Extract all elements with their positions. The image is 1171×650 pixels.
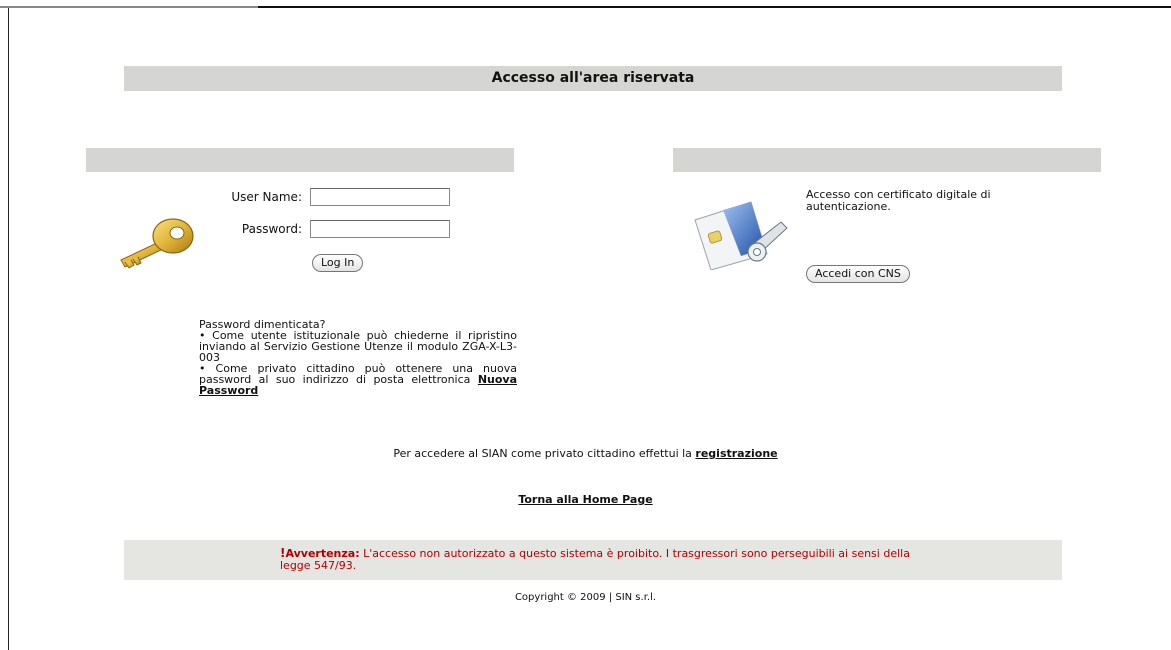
home-page-link[interactable]: Torna alla Home Page (518, 493, 652, 506)
registration-link[interactable]: registrazione (695, 447, 777, 460)
password-input[interactable] (310, 220, 450, 238)
registration-text: Per accedere al SIAN come privato cittad… (393, 447, 692, 460)
home-link-container: Torna alla Home Page (0, 493, 1171, 506)
smart-card-icon (694, 201, 788, 270)
login-button[interactable]: Log In (312, 254, 364, 272)
username-label: User Name: (231, 190, 302, 204)
copyright: Copyright © 2009 | SIN s.r.l. (514, 592, 657, 603)
username-input[interactable] (310, 188, 450, 206)
forgot-bullet-private-text: • Come privato cittadino può ottenere un… (199, 362, 517, 386)
cns-login-button[interactable]: Accedi con CNS (806, 265, 910, 283)
key-icon (120, 218, 194, 269)
registration-line: Per accedere al SIAN come privato cittad… (0, 447, 1171, 460)
top-border-left (0, 6, 258, 8)
forgot-bullet-institutional: • Come utente istituzionale può chiedern… (199, 329, 517, 364)
warning-message: !Avvertenza: L'accesso non autorizzato a… (280, 547, 940, 572)
forgot-password-info: Password dimenticata? • Come utente isti… (199, 319, 517, 396)
left-border (8, 8, 9, 650)
login-panel-header (86, 148, 514, 172)
cns-description: Accesso con certificato digitale di aute… (806, 188, 991, 213)
page-title: Accesso all'area riservata (124, 66, 1062, 91)
cns-panel-header (673, 148, 1101, 172)
forgot-bullet-private: • Come privato cittadino può ottenere un… (199, 363, 517, 396)
warning-text: L'accesso non autorizzato a questo siste… (280, 547, 910, 572)
password-label: Password: (241, 222, 302, 236)
